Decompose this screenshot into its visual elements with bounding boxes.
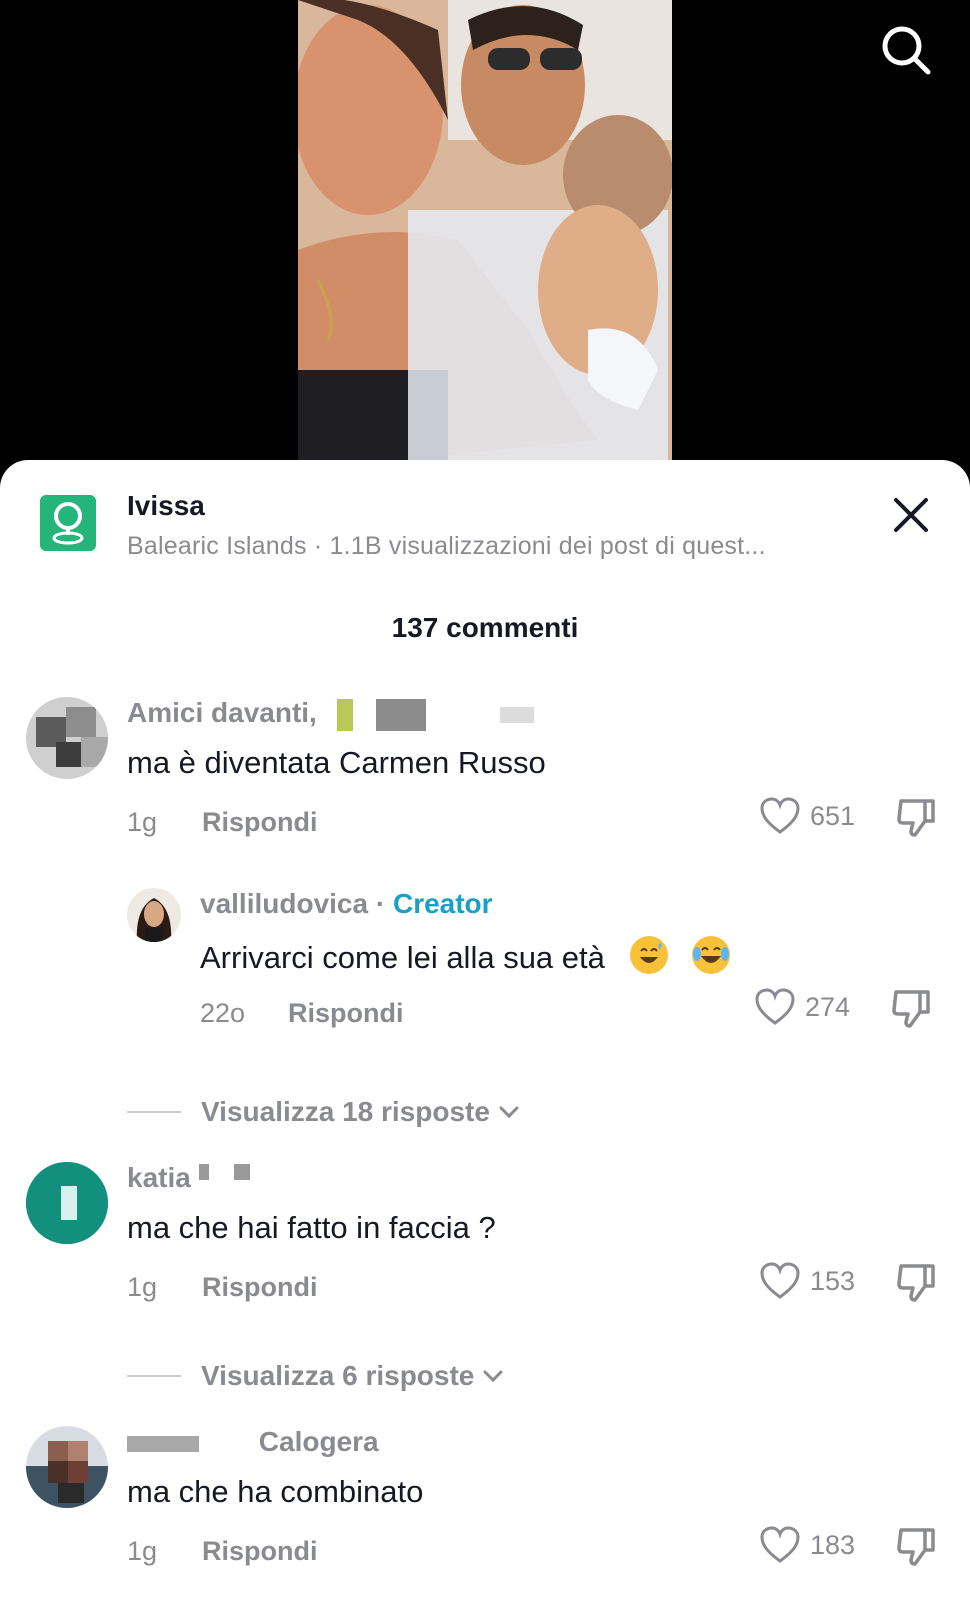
redacted-block <box>234 1164 251 1180</box>
dislike-icon <box>892 990 930 1028</box>
redacted-block <box>127 1435 199 1452</box>
reply-username[interactable]: valliludovica · Creator <box>200 888 493 920</box>
location-subtitle[interactable]: Balearic Islands · 1.1B visualizzazioni … <box>127 532 837 561</box>
like-count: 183 <box>810 1529 856 1560</box>
comment-time: 1g <box>127 1272 158 1302</box>
like-button[interactable]: 274 <box>755 988 850 1026</box>
reply-text-content: Arrivarci come lei alla sua età <box>200 940 605 975</box>
dislike-icon <box>897 1528 935 1566</box>
view-replies-label: Visualizza 18 risposte <box>201 1096 490 1127</box>
comments-sheet: Ivissa Balearic Islands · 1.1B visualizz… <box>0 460 970 1600</box>
avatar[interactable] <box>26 1162 108 1244</box>
location-title[interactable]: Ivissa <box>127 490 205 522</box>
tears-of-joy-emoji <box>692 936 731 974</box>
avatar[interactable] <box>26 697 108 779</box>
reply-text: Arrivarci come lei alla sua età <box>200 936 731 976</box>
search-button[interactable] <box>878 22 934 78</box>
close-button[interactable] <box>886 490 936 540</box>
like-count: 153 <box>810 1265 856 1296</box>
dislike-button[interactable] <box>895 1526 937 1568</box>
avatar[interactable] <box>26 1426 108 1508</box>
reply-button[interactable]: Rispondi <box>288 998 404 1029</box>
heart-icon <box>760 1262 800 1299</box>
redacted-block <box>376 698 427 731</box>
video-thumbnail[interactable] <box>298 0 672 470</box>
creator-badge: Creator <box>392 888 493 919</box>
like-button[interactable]: 183 <box>760 1526 855 1564</box>
username-text: katia <box>127 1162 191 1193</box>
heart-icon <box>755 988 795 1025</box>
reply-button[interactable]: Rispondi <box>202 807 318 838</box>
divider-line <box>127 1375 181 1377</box>
comments-count: 137 commenti <box>391 612 579 643</box>
dislike-button[interactable] <box>895 1262 937 1304</box>
reply-button[interactable]: Rispondi <box>202 1536 318 1567</box>
redacted-block <box>198 1164 209 1180</box>
view-replies-label: Visualizza 6 risposte <box>201 1360 475 1391</box>
view-replies-button[interactable]: Visualizza 18 risposte <box>127 1096 522 1128</box>
chevron-down-icon <box>483 1370 503 1383</box>
search-icon <box>882 26 931 75</box>
comment-time: 1g <box>127 807 158 837</box>
video-image <box>298 0 672 470</box>
comment-username[interactable]: Calogera <box>127 1426 379 1458</box>
dislike-icon <box>897 799 935 837</box>
reply-button[interactable]: Rispondi <box>202 1272 318 1303</box>
location-pin-icon[interactable] <box>40 495 96 551</box>
comment-text: ma è diventata Carmen Russo <box>127 745 546 780</box>
like-count: 274 <box>805 991 851 1022</box>
dislike-button[interactable] <box>890 988 932 1030</box>
username-text: valliludovica <box>200 888 369 919</box>
reply-time: 22o <box>200 998 246 1028</box>
username-text: Amici davanti, <box>127 697 317 728</box>
chevron-down-icon <box>499 1106 519 1119</box>
like-count: 651 <box>810 800 856 831</box>
view-replies-button[interactable]: Visualizza 6 risposte <box>127 1360 506 1392</box>
divider-line <box>127 1111 181 1113</box>
sweat-smile-emoji <box>629 936 668 974</box>
video-area <box>0 0 970 470</box>
comment-username[interactable]: Amici davanti, <box>127 697 535 731</box>
comment-text: ma che ha combinato <box>127 1474 424 1509</box>
like-button[interactable]: 651 <box>760 797 855 835</box>
comment-text: ma che hai fatto in faccia ? <box>127 1210 496 1245</box>
comment-time: 1g <box>127 1536 158 1566</box>
comment-username[interactable]: katia <box>127 1162 251 1194</box>
like-button[interactable]: 153 <box>760 1262 855 1300</box>
dislike-icon <box>897 1264 935 1302</box>
redacted-block <box>500 706 535 723</box>
heart-icon <box>760 1526 800 1563</box>
dislike-button[interactable] <box>895 797 937 839</box>
close-icon <box>894 498 928 532</box>
username-text: Calogera <box>258 1426 379 1457</box>
avatar[interactable] <box>127 888 181 942</box>
heart-icon <box>760 797 800 834</box>
redacted-block <box>336 698 353 731</box>
